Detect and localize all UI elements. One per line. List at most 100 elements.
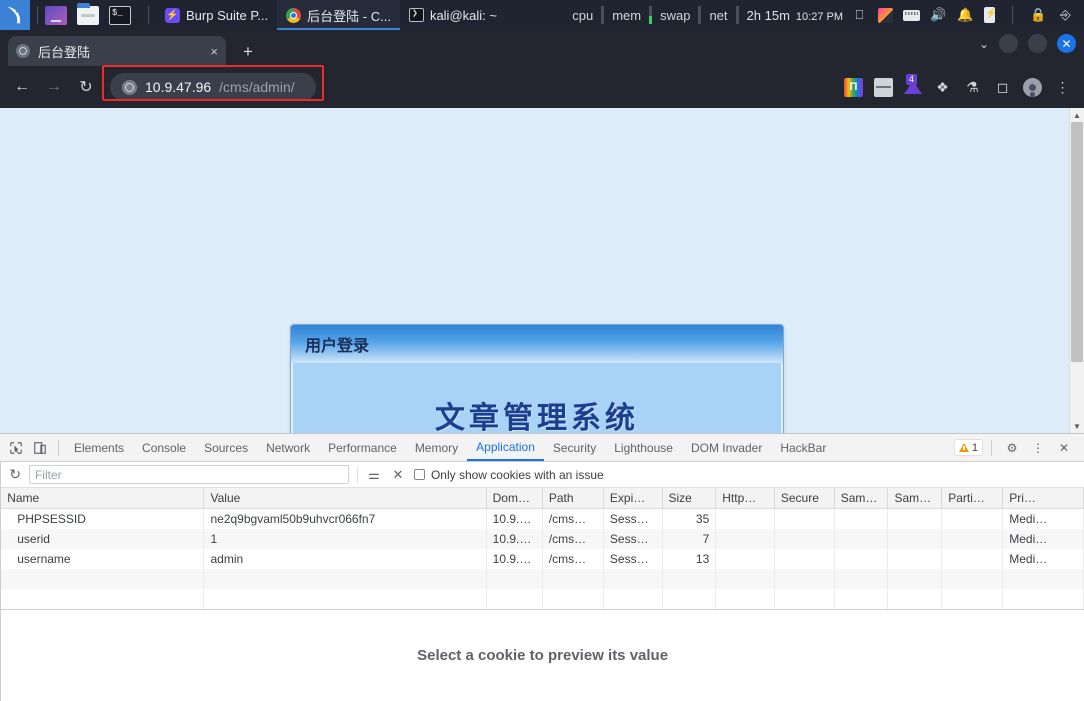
clock-area[interactable]: 2h 15m 10:27 PM xyxy=(739,8,851,23)
cell-expires: Sess… xyxy=(603,548,663,569)
tab-elements[interactable]: Elements xyxy=(65,434,133,461)
site-info-globe-icon[interactable] xyxy=(122,79,137,95)
launcher-file-explorer-icon[interactable] xyxy=(77,2,99,25)
cube-icon[interactable] xyxy=(878,7,893,23)
col-priority[interactable]: Pri… xyxy=(1002,488,1084,509)
tab-network[interactable]: Network xyxy=(257,434,319,461)
taskbar-window-terminal[interactable]: kali@kali: ~ xyxy=(400,0,506,30)
col-expires[interactable]: Expi… xyxy=(603,488,663,509)
cell-empty xyxy=(834,588,889,609)
mem-monitor-label[interactable]: mem xyxy=(604,8,649,23)
page-scrollbar-thumb[interactable] xyxy=(1071,122,1083,362)
cookie-filter-input[interactable]: Filter xyxy=(28,465,349,484)
table-header-row: Name Value Dom… Path Expi… Size Http… Se… xyxy=(1,488,1084,509)
display-icon[interactable]: ⎕ xyxy=(851,7,868,24)
close-devtools-icon[interactable]: ✕ xyxy=(1052,436,1076,460)
lock-icon[interactable]: 🔒 xyxy=(1030,7,1047,24)
mem-monitor-bar xyxy=(649,6,653,24)
kebab-menu-icon[interactable]: ⋮ xyxy=(1053,78,1072,97)
table-row-empty[interactable] xyxy=(1,568,1084,589)
battery-icon[interactable] xyxy=(984,7,997,23)
table-row[interactable]: PHPSESSID ne2q9bgvaml50b9uhvcr066fn7 10.… xyxy=(1,508,1084,529)
reload-button[interactable]: ↻ xyxy=(72,73,100,101)
cell-expires: Sess… xyxy=(603,528,663,549)
cell-samep xyxy=(887,548,943,569)
tab-security[interactable]: Security xyxy=(544,434,605,461)
tab-close-icon[interactable]: × xyxy=(210,44,218,59)
volume-icon[interactable]: 🔊 xyxy=(930,7,947,24)
tab-lighthouse[interactable]: Lighthouse xyxy=(605,434,682,461)
window-minimize-button[interactable] xyxy=(999,34,1018,53)
flask-icon[interactable]: ⚗ xyxy=(963,78,982,97)
cell-partition xyxy=(941,548,1004,569)
col-size[interactable]: Size xyxy=(662,488,717,509)
browser-tab[interactable]: 后台登陆 × xyxy=(8,36,226,66)
col-path[interactable]: Path xyxy=(542,488,604,509)
cell-empty xyxy=(774,588,835,609)
taskbar-window-chrome[interactable]: 后台登陆 - C... xyxy=(277,0,400,30)
tab-hackbar[interactable]: HackBar xyxy=(771,434,835,461)
clear-all-cookies-icon[interactable]: ✕ xyxy=(390,467,406,483)
launcher-files-manager-icon[interactable] xyxy=(45,5,67,25)
gear-icon[interactable]: ⚙ xyxy=(1000,436,1024,460)
purple-extension-icon[interactable]: 4 xyxy=(904,73,922,94)
tab-dom-invader[interactable]: DOM Invader xyxy=(682,434,771,461)
rainbow-extension-icon[interactable] xyxy=(844,77,863,97)
tab-console[interactable]: Console xyxy=(133,434,195,461)
col-samesite[interactable]: Sam… xyxy=(834,488,889,509)
profile-avatar-icon[interactable] xyxy=(1023,77,1042,97)
table-row-empty[interactable] xyxy=(1,588,1084,609)
table-row[interactable]: username admin 10.9.… /cms… Sess… 13 Med… xyxy=(1,548,1084,569)
net-monitor-label[interactable]: net xyxy=(701,8,735,23)
square-icon[interactable]: ◻ xyxy=(993,78,1012,97)
cell-name: userid xyxy=(1,528,205,549)
scroll-down-arrow-icon[interactable]: ▼ xyxy=(1070,419,1084,433)
kali-menu-icon[interactable] xyxy=(0,0,30,30)
uptime-label: 2h 15m xyxy=(746,7,790,23)
tab-strip: 后台登陆 × + ⌄ ✕ xyxy=(0,30,1084,66)
tab-performance[interactable]: Performance xyxy=(319,434,406,461)
cell-empty xyxy=(203,568,487,589)
col-domain[interactable]: Dom… xyxy=(486,488,543,509)
refresh-icon[interactable]: ↻ xyxy=(9,466,21,483)
application-sidebar: Application Manifest ⚙ Service Workers S… xyxy=(0,462,2,701)
power-icon[interactable]: ⎆ xyxy=(1057,7,1074,24)
col-value[interactable]: Value xyxy=(203,488,487,509)
chevron-down-icon[interactable]: ⌄ xyxy=(979,37,989,51)
warning-badge[interactable]: 1 xyxy=(953,439,983,456)
puzzle-icon[interactable]: ❖ xyxy=(933,78,952,97)
table-row[interactable]: userid 1 10.9.… /cms… Sess… 7 Medi… xyxy=(1,528,1084,549)
back-button[interactable]: ← xyxy=(8,73,36,101)
new-tab-button[interactable]: + xyxy=(234,38,262,66)
swap-monitor-label[interactable]: swap xyxy=(652,8,698,23)
device-toolbar-icon[interactable] xyxy=(28,436,52,460)
col-samep[interactable]: Sam… xyxy=(887,488,943,509)
cpu-monitor-label[interactable]: cpu xyxy=(564,8,601,23)
window-maximize-button[interactable] xyxy=(1028,34,1047,53)
col-httponly[interactable]: Http… xyxy=(715,488,775,509)
inspect-element-icon[interactable] xyxy=(4,436,28,460)
only-issues-checkbox-row[interactable]: Only show cookies with an issue xyxy=(413,468,604,482)
col-secure[interactable]: Secure xyxy=(774,488,835,509)
keyboard-icon[interactable] xyxy=(903,9,920,21)
col-partition[interactable]: Parti… xyxy=(941,488,1004,509)
page-scrollbar[interactable]: ▲ ▼ xyxy=(1069,108,1084,433)
scroll-up-arrow-icon[interactable]: ▲ xyxy=(1070,108,1084,122)
col-name[interactable]: Name xyxy=(1,488,205,509)
window-close-button[interactable]: ✕ xyxy=(1057,34,1076,53)
taskbar-window-burp[interactable]: Burp Suite P... xyxy=(156,0,277,30)
bars-extension-icon[interactable] xyxy=(874,77,893,97)
tab-sources[interactable]: Sources xyxy=(195,434,257,461)
launcher-terminal-icon[interactable]: $_ xyxy=(109,5,131,25)
bell-icon[interactable]: 🔔 xyxy=(957,7,974,24)
only-issues-checkbox[interactable] xyxy=(413,469,425,480)
window-controls: ⌄ ✕ xyxy=(979,34,1076,53)
clear-filtered-cookies-icon[interactable]: ⚌ xyxy=(366,467,382,483)
forward-button[interactable]: → xyxy=(40,73,68,101)
tab-memory[interactable]: Memory xyxy=(406,434,467,461)
tab-application[interactable]: Application xyxy=(467,434,544,461)
warning-triangle-icon xyxy=(958,443,969,452)
address-bar[interactable]: 10.9.47.96 /cms/admin/ xyxy=(110,73,316,101)
kebab-menu-icon[interactable]: ⋮ xyxy=(1026,436,1050,460)
cell-empty xyxy=(203,588,487,609)
